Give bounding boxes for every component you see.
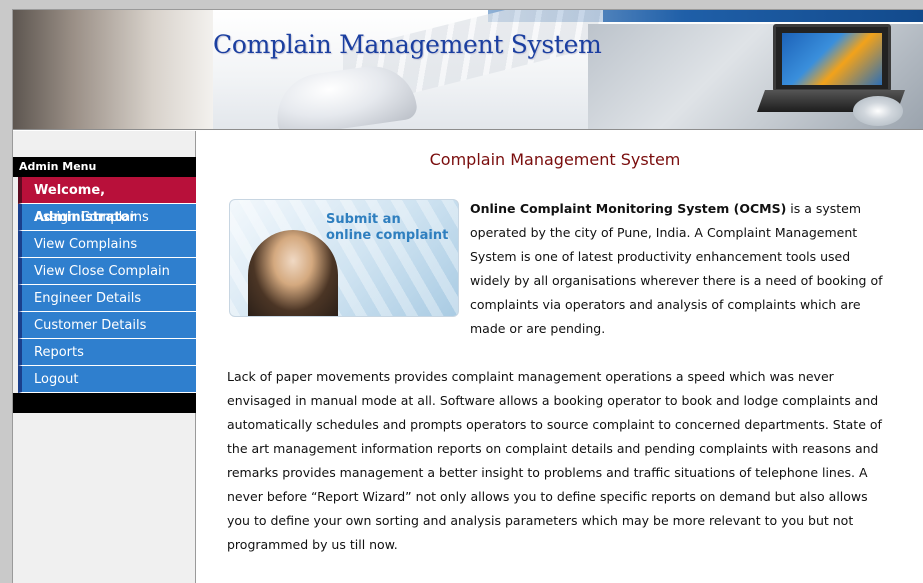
laptop-icon bbox=[773, 24, 891, 92]
menu-footer-bar bbox=[13, 393, 196, 413]
admin-menu-header: Admin Menu bbox=[13, 157, 196, 177]
menu-item-logout[interactable]: Logout bbox=[18, 366, 196, 393]
banner-operator-photo bbox=[13, 10, 213, 129]
intro-paragraph: Online Complaint Monitoring System (OCMS… bbox=[470, 197, 890, 341]
admin-menu: Welcome, Administrator Assign Complains … bbox=[18, 177, 196, 393]
promo-text: Submit an online complaint bbox=[326, 212, 456, 244]
menu-item-view-close-complain[interactable]: View Close Complain bbox=[18, 258, 196, 285]
menu-item-view-complains[interactable]: View Complains bbox=[18, 231, 196, 258]
promo-line-2: online complaint bbox=[326, 228, 449, 243]
description-paragraph: Lack of paper movements provides complai… bbox=[227, 369, 882, 552]
menu-item-engineer-details[interactable]: Engineer Details bbox=[18, 285, 196, 312]
page-title: Complain Management System bbox=[429, 150, 681, 169]
menu-item-assign-complains[interactable]: Assign Complains bbox=[18, 204, 196, 231]
cd-icon bbox=[853, 96, 903, 126]
laptop-screen bbox=[782, 33, 882, 85]
page-frame: Complain Management System Admin Menu We… bbox=[12, 9, 923, 583]
menu-item-customer-details[interactable]: Customer Details bbox=[18, 312, 196, 339]
promo-person-image bbox=[248, 230, 338, 316]
menu-item-reports[interactable]: Reports bbox=[18, 339, 196, 366]
main-content: Complain Management System Submit an onl… bbox=[197, 131, 923, 583]
site-title: Complain Management System bbox=[213, 30, 602, 59]
submit-complaint-banner[interactable]: Submit an online complaint bbox=[229, 199, 459, 317]
intro-text: is a system operated by the city of Pune… bbox=[470, 201, 883, 336]
sidebar: Admin Menu Welcome, Administrator Assign… bbox=[13, 131, 196, 583]
intro-bold-text: Online Complaint Monitoring System (OCMS… bbox=[470, 201, 787, 216]
header-banner: Complain Management System bbox=[13, 10, 923, 130]
promo-line-1: Submit an bbox=[326, 212, 401, 227]
menu-item-welcome: Welcome, Administrator bbox=[18, 177, 196, 225]
